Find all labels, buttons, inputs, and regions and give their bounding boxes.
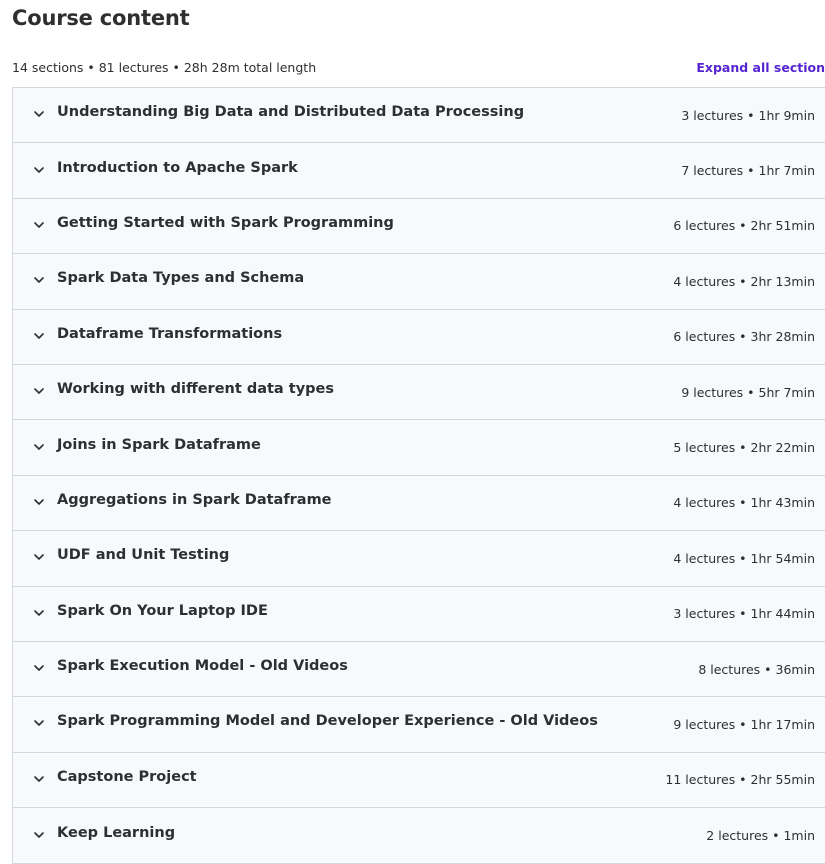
section-title: Spark Data Types and Schema: [57, 270, 305, 287]
section-lecture-count: 6 lectures • 3hr 28min: [673, 329, 815, 345]
section-lecture-count: 2 lectures • 1min: [706, 828, 815, 844]
section-title: Getting Started with Spark Programming: [57, 214, 394, 231]
section-title: Aggregations in Spark Dataframe: [57, 491, 332, 508]
section-panel[interactable]: Aggregations in Spark Dataframe 4 lecture…: [13, 475, 825, 532]
section-lecture-count: 9 lectures • 5hr 7min: [681, 384, 815, 400]
chevron-down-icon: [33, 108, 45, 120]
page-title: Course content: [12, 6, 190, 30]
chevron-down-icon: [33, 607, 45, 619]
section-panel[interactable]: Keep Learning 2 lectures • 1min: [13, 808, 825, 864]
expand-all-sections-button[interactable]: Expand all section: [696, 58, 825, 78]
chevron-down-icon: [33, 385, 45, 397]
section-panel[interactable]: Spark Programming Model and Developer Ex…: [13, 697, 825, 753]
section-lecture-count: 3 lectures • 1hr 44min: [673, 606, 815, 622]
section-panel[interactable]: Understanding Big Data and Distributed D…: [13, 88, 825, 144]
section-lecture-count: 11 lectures • 2hr 55min: [665, 772, 815, 788]
section-lecture-count: 7 lectures • 1hr 7min: [681, 163, 815, 179]
sections-accordion: Understanding Big Data and Distributed D…: [12, 87, 825, 864]
section-lecture-count: 4 lectures • 1hr 43min: [673, 495, 815, 511]
course-summary-row: 14 sections • 81 lectures • 28h 28m tota…: [12, 58, 825, 78]
chevron-down-icon: [33, 662, 45, 674]
chevron-down-icon: [33, 164, 45, 176]
section-panel[interactable]: Joins in Spark Dataframe 5 lectures • 2hr…: [13, 420, 825, 476]
section-lecture-count: 4 lectures • 1hr 54min: [673, 550, 815, 566]
section-panel[interactable]: Working with different data types 9 lectu…: [13, 364, 825, 421]
chevron-down-icon: [33, 274, 45, 286]
section-title: Introduction to Apache Spark: [57, 159, 298, 176]
section-panel[interactable]: Spark Data Types and Schema 4 lectures • …: [13, 254, 825, 310]
section-title: Working with different data types: [57, 381, 334, 398]
section-lecture-count: 3 lectures • 1hr 9min: [681, 107, 815, 123]
section-title: Spark Execution Model - Old Videos: [57, 658, 348, 675]
course-summary: 14 sections • 81 lectures • 28h 28m tota…: [12, 60, 317, 75]
section-lecture-count: 5 lectures • 2hr 22min: [673, 440, 815, 456]
chevron-down-icon: [33, 441, 45, 453]
section-panel[interactable]: Spark On Your Laptop IDE 3 lectures • 1hr…: [13, 586, 825, 642]
chevron-down-icon: [33, 551, 45, 563]
chevron-down-icon: [33, 330, 45, 342]
section-lecture-count: 4 lectures • 2hr 13min: [673, 273, 815, 289]
chevron-down-icon: [33, 773, 45, 785]
section-panel[interactable]: Spark Execution Model - Old Videos 8 lect…: [13, 641, 825, 698]
section-panel[interactable]: Introduction to Apache Spark 7 lectures •…: [13, 143, 825, 199]
section-title: Joins in Spark Dataframe: [57, 436, 261, 453]
course-content-page: Course content 14 sections • 81 lectures…: [0, 0, 825, 864]
section-panel[interactable]: Capstone Project 11 lectures • 2hr 55min: [13, 752, 825, 809]
section-title: Spark On Your Laptop IDE: [57, 602, 268, 619]
section-title: Capstone Project: [57, 768, 197, 785]
section-panel[interactable]: Dataframe Transformations 6 lectures • 3h…: [13, 309, 825, 365]
section-title: Dataframe Transformations: [57, 325, 283, 342]
section-title: Spark Programming Model and Developer Ex…: [57, 713, 598, 730]
section-panel[interactable]: Getting Started with Spark Programming 6 …: [13, 198, 825, 255]
section-lecture-count: 9 lectures • 1hr 17min: [673, 716, 815, 732]
section-panel[interactable]: UDF and Unit Testing 4 lectures • 1hr 54m…: [13, 531, 825, 587]
chevron-down-icon: [33, 219, 45, 231]
chevron-down-icon: [33, 496, 45, 508]
section-lecture-count: 8 lectures • 36min: [698, 661, 815, 677]
section-title: Keep Learning: [57, 824, 176, 841]
section-title: UDF and Unit Testing: [57, 547, 230, 564]
chevron-down-icon: [33, 829, 45, 841]
chevron-down-icon: [33, 717, 45, 729]
section-lecture-count: 6 lectures • 2hr 51min: [673, 218, 815, 234]
section-title: Understanding Big Data and Distributed D…: [57, 104, 525, 121]
